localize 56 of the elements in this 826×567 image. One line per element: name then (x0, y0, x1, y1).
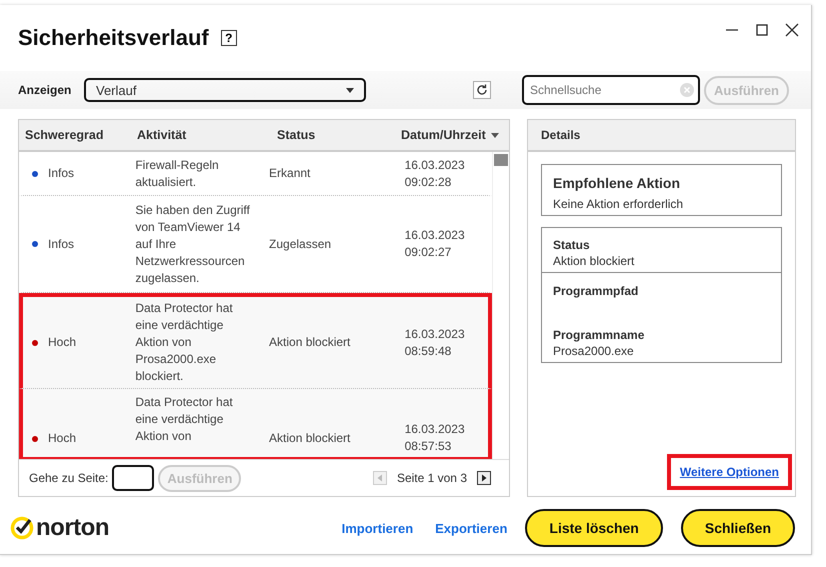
table-cell: Infos (48, 236, 74, 252)
search-field[interactable]: Schnellsuche (522, 75, 700, 105)
table-cell-text: Data Protector hat eine verdächtige Aktion von (135, 394, 234, 445)
column-header[interactable]: Schweregrad (19, 128, 137, 142)
field-label: Programmname (553, 328, 646, 342)
close-icon[interactable] (785, 23, 799, 37)
action-button[interactable]: Liste löschen (525, 509, 663, 547)
checkmark-logo-icon (10, 516, 34, 540)
table-cell-text: Sie haben den Zugriff von TeamViewer 14 auf Ihre Netzwerkressourcen zugelassen. (135, 202, 251, 286)
maximize-icon[interactable] (755, 23, 769, 37)
table-cell-text: 08:59:48 (404, 342, 452, 360)
page-info: Seite 1 von 3 (396, 471, 467, 485)
field-label: Status (553, 238, 591, 252)
sort-icon[interactable] (491, 132, 499, 138)
field-label: Programmpfad (553, 284, 640, 298)
help-button[interactable]: ? (220, 30, 237, 46)
column-header[interactable]: Datum/Uhrzeit (401, 128, 489, 142)
next-page-icon[interactable] (477, 471, 491, 485)
table-cell-text: 09:02:28 (404, 174, 452, 190)
table-row[interactable]: Hoch Data Protector hat eine verdächtige Aktion von Prosa2000.exe blockiert. Aktion blockiert 16.03.2023 08:59:48 (19, 293, 492, 389)
table-cell-text: Data Protector hat eine verdächtige Aktion von Prosa2000.exe blockiert. (135, 300, 234, 385)
caret-icon[interactable] (346, 88, 354, 92)
table-cell-text: Aktion blockiert (269, 334, 352, 351)
scrollbar-thumb[interactable] (494, 154, 508, 166)
more-options-link[interactable]: Weitere Optionen (680, 465, 779, 479)
table-cell: Hoch (48, 430, 76, 447)
action-button[interactable]: Schließen (680, 509, 795, 547)
table-cell: Infos (48, 165, 74, 182)
refresh-icon[interactable] (473, 81, 491, 99)
recommended-text: Keine Aktion erforderlich (553, 197, 684, 211)
table-cell-text: 08:57:53 (404, 438, 452, 455)
table-cell-text: Aktion blockiert (269, 430, 352, 447)
table-cell-text: Zugelassen (269, 236, 332, 252)
table-cell: Hoch (48, 334, 76, 351)
show-label: Anzeigen (18, 83, 72, 97)
page-input[interactable] (112, 465, 154, 491)
field-value: Aktion blockiert (553, 254, 636, 268)
footer-link[interactable]: Exportieren (435, 520, 508, 536)
table-cell-text: Firewall-Regeln aktualisiert. (135, 156, 220, 190)
goto-label: Gehe zu Seite: (29, 471, 108, 485)
field-value: Prosa2000.exe (553, 344, 635, 358)
brand-name: norton (36, 514, 109, 542)
footer-link[interactable]: Importieren (342, 520, 414, 536)
view-dropdown[interactable]: Verlauf (84, 78, 366, 102)
table-cell-text: 16.03.2023 (404, 421, 466, 438)
table-row[interactable]: Hoch Data Protector hat eine verdächtige Aktion von Aktion blockiert 16.03.2023 08:57:53 (19, 389, 492, 459)
table-cell-text: 16.03.2023 (404, 227, 466, 244)
table-cell-text: 09:02:27 (404, 244, 452, 261)
table-cell-text: 16.03.2023 (404, 156, 466, 174)
table-cell-text: 16.03.2023 (404, 326, 466, 342)
recommended-heading: Empfohlene Aktion (553, 175, 682, 191)
window-title: Sicherheitsverlauf (18, 25, 209, 51)
details-title: Details (541, 128, 580, 142)
column-header[interactable]: Status (277, 128, 401, 142)
table-cell-text: Erkannt (269, 165, 312, 182)
column-header[interactable]: Aktivität (137, 128, 277, 142)
